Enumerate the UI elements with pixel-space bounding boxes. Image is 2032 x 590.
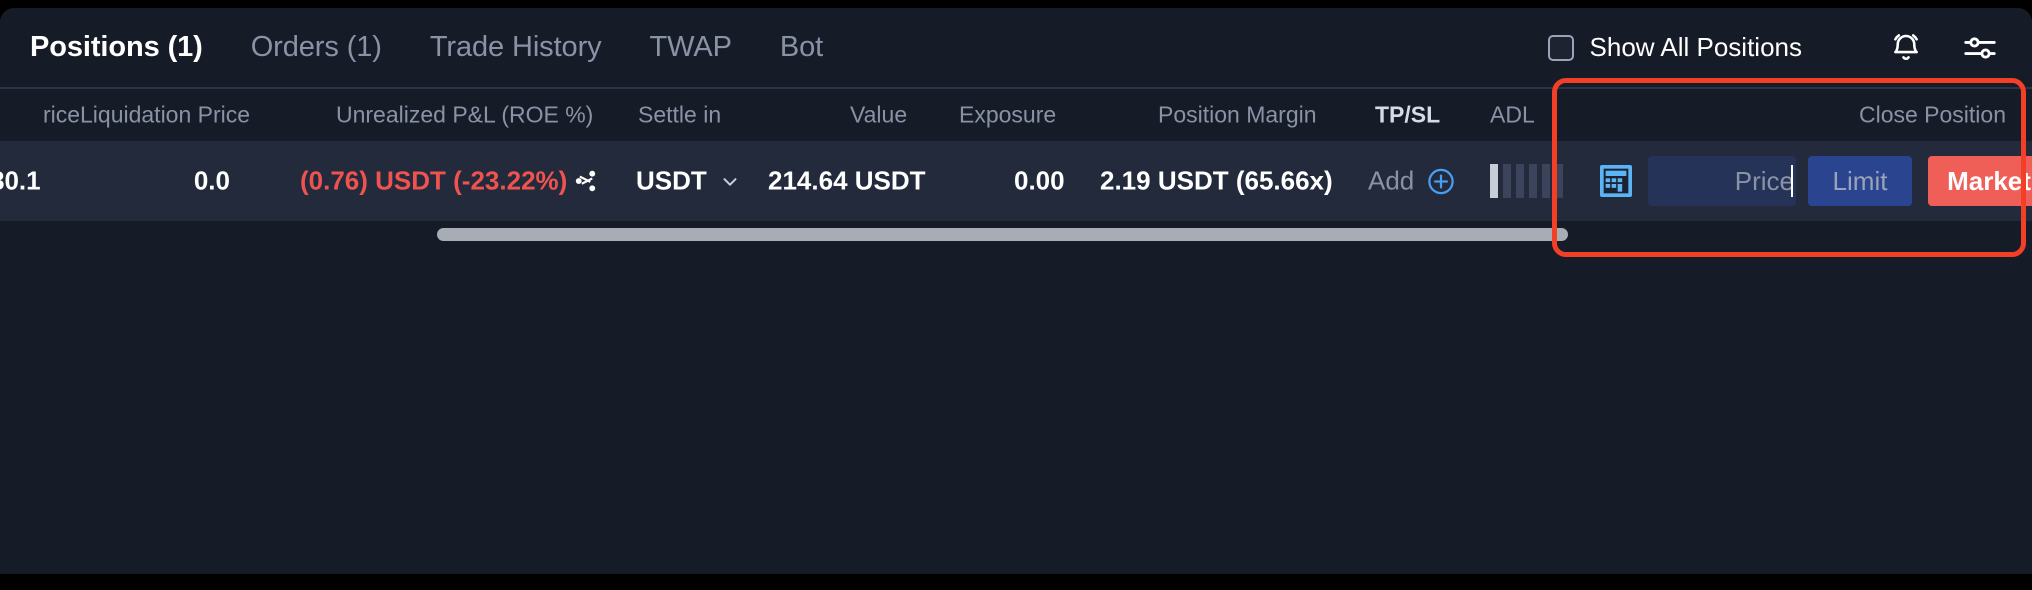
tab-orders[interactable]: Orders (1) [227,31,406,64]
table-header-row: rice Liquidation Price Unrealized P&L (R… [0,89,2032,141]
tab-trade-history[interactable]: Trade History [406,31,626,64]
close-limit-button[interactable]: Limit [1808,156,1912,206]
col-header-unrealized-pnl[interactable]: Unrealized P&L (ROE %) [336,102,593,129]
cell-liquidation-price: 0.0 [150,166,230,197]
table-row: 80.1 0.0 (0.76) USDT (-23.22%) USDT 214.… [0,141,2032,221]
col-header-adl[interactable]: ADL [1490,102,1535,129]
adl-bar [1529,164,1537,198]
col-header-position-margin[interactable]: Position Margin [1158,102,1317,129]
adl-bar [1516,164,1524,198]
col-header-tp-sl[interactable]: TP/SL [1375,102,1440,129]
plus-circle-icon [1426,166,1456,196]
sliders-icon [1961,29,1999,67]
cell-entry-price: 80.1 [0,166,41,197]
settings-button[interactable] [1954,22,2006,74]
tab-bar-actions: Show All Positions [1548,22,2006,74]
adl-bar [1503,164,1511,198]
settle-in-value: USDT [636,166,707,197]
col-header-entry-price[interactable]: rice [43,102,80,129]
col-header-value[interactable]: Value [850,102,907,129]
cell-position-margin: 2.19 USDT (65.66x) [1100,166,1333,197]
tab-positions[interactable]: Positions (1) [30,31,227,64]
tab-bar: Positions (1) Orders (1) Trade History T… [0,8,2032,87]
show-all-positions-toggle[interactable]: Show All Positions [1548,32,1802,63]
settle-in-dropdown[interactable]: USDT [636,166,741,197]
calculator-icon [1596,161,1636,201]
col-header-settle-in[interactable]: Settle in [638,102,721,129]
cell-exposure: 0.00 [1014,166,1065,197]
cell-value: 214.64 USDT [768,166,926,197]
adl-bar [1490,164,1498,198]
show-all-positions-label: Show All Positions [1590,32,1802,63]
share-pnl-button[interactable] [572,168,599,195]
cell-unrealized-pnl: (0.76) USDT (-23.22%) [300,166,567,197]
tab-list: Positions (1) Orders (1) Trade History T… [30,31,847,64]
tab-twap[interactable]: TWAP [626,31,756,64]
positions-panel-screen: Positions (1) Orders (1) Trade History T… [0,0,2032,590]
show-all-positions-checkbox[interactable] [1548,35,1574,61]
text-cursor [1791,165,1793,197]
tab-bot[interactable]: Bot [756,31,847,64]
adl-bar [1555,164,1563,198]
col-header-close-position: Close Position [1859,102,2006,129]
close-market-button[interactable]: Market [1928,156,2032,206]
positions-panel: Positions (1) Orders (1) Trade History T… [0,8,2032,582]
tp-sl-add-button[interactable]: Add [1368,166,1456,197]
tp-sl-add-label: Add [1368,166,1414,197]
col-header-exposure[interactable]: Exposure [959,102,1056,129]
adl-bar [1542,164,1550,198]
col-header-liquidation-price[interactable]: Liquidation Price [80,102,250,129]
horizontal-scrollbar-thumb[interactable] [437,228,1568,241]
adl-indicator[interactable] [1490,164,1563,198]
close-price-input[interactable] [1648,156,1796,206]
alerts-button[interactable] [1880,22,1932,74]
share-icon [572,168,599,195]
chevron-down-icon [719,170,741,192]
panel-bottom-edge [0,574,2032,582]
bell-icon [1888,30,1924,66]
calculator-button[interactable] [1596,161,1636,201]
